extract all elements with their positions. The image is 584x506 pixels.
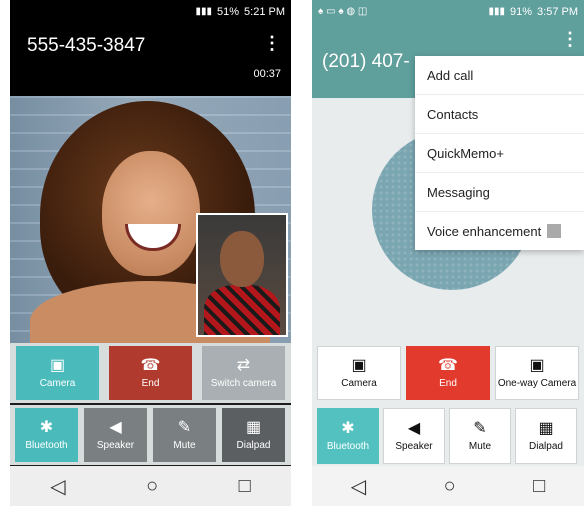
recent-apps-icon[interactable]: □ <box>239 475 251 498</box>
signal-icon: ▮▮▮ <box>195 6 212 17</box>
menu-item-add-call[interactable]: Add call <box>415 56 584 95</box>
camera-button[interactable]: ▣ Camera <box>317 346 402 400</box>
remote-video <box>10 96 291 343</box>
recent-apps-icon[interactable]: □ <box>533 475 545 498</box>
status-bar: ♠ ▭ ♠ ◍ ◫ ▮▮▮ 91% 3:57 PM <box>312 0 584 23</box>
phone-right: ♠ ▭ ♠ ◍ ◫ ▮▮▮ 91% 3:57 PM (201) 407- ⋮ A… <box>312 0 584 506</box>
camera-label: Camera <box>341 377 377 389</box>
end-call-button[interactable]: ☎ End <box>406 346 490 400</box>
overflow-menu: Add call Contacts QuickMemo+ Messaging V… <box>415 56 584 250</box>
dialpad-button[interactable]: ▦ Dialpad <box>515 408 577 464</box>
call-controls-row2: ✱ Bluetooth ◀ Speaker ✎ Mute ▦ Dialpad <box>312 407 584 465</box>
overflow-menu-icon[interactable]: ⋮ <box>263 33 281 54</box>
speaker-button[interactable]: ◀ Speaker <box>84 408 147 462</box>
phone-number: 555-435-3847 <box>27 35 146 56</box>
call-header: 555-435-3847 ⋮ 00:37 <box>10 23 291 96</box>
menu-item-messaging[interactable]: Messaging <box>415 173 584 212</box>
nav-bar: ◁ ○ □ <box>10 466 291 506</box>
dialpad-icon: ▦ <box>538 420 554 438</box>
battery-level: 51% <box>217 5 240 18</box>
back-icon[interactable]: ◁ <box>50 474 65 499</box>
bluetooth-button[interactable]: ✱ Bluetooth <box>15 408 78 462</box>
end-call-icon: ☎ <box>438 357 458 375</box>
menu-item-contacts[interactable]: Contacts <box>415 95 584 134</box>
end-call-icon: ☎ <box>140 357 161 375</box>
dialpad-label: Dialpad <box>236 439 271 451</box>
signal-icon: ▮▮▮ <box>488 6 505 17</box>
battery-level: 91% <box>510 5 533 18</box>
bluetooth-label: Bluetooth <box>326 440 370 452</box>
one-way-camera-button[interactable]: ▣ One-way Camera <box>495 346 580 400</box>
end-label: End <box>439 377 457 389</box>
status-time: 5:21 PM <box>244 5 285 18</box>
dialpad-icon: ▦ <box>245 419 262 437</box>
back-icon[interactable]: ◁ <box>351 474 366 499</box>
call-controls-row1: ▣ Camera ☎ End ▣ One-way Camera <box>312 345 584 401</box>
speaker-button[interactable]: ◀ Speaker <box>383 408 445 464</box>
home-icon[interactable]: ○ <box>146 475 158 498</box>
menu-item-voice-enhancement[interactable]: Voice enhancement <box>415 212 584 250</box>
camera-icon: ▣ <box>49 357 66 375</box>
bluetooth-icon: ✱ <box>341 420 355 438</box>
mute-label: Mute <box>468 440 492 452</box>
status-time: 3:57 PM <box>537 5 578 18</box>
call-timer: 00:37 <box>253 68 281 80</box>
camera-icon: ▣ <box>351 357 367 375</box>
switch-camera-icon: ⇄ <box>236 357 251 375</box>
home-icon[interactable]: ○ <box>444 475 456 498</box>
speaker-label: Speaker <box>96 439 135 451</box>
speaker-icon: ◀ <box>407 420 421 438</box>
camera-button[interactable]: ▣ Camera <box>16 346 99 400</box>
bluetooth-label: Bluetooth <box>25 439 68 451</box>
speaker-label: Speaker <box>395 440 433 452</box>
end-label: End <box>141 377 160 389</box>
overflow-menu-icon[interactable]: ⋮ <box>561 29 579 50</box>
mute-button[interactable]: ✎ Mute <box>449 408 511 464</box>
self-view-video[interactable] <box>196 213 288 337</box>
end-call-button[interactable]: ☎ End <box>109 346 192 400</box>
one-way-camera-label: One-way Camera <box>497 377 577 389</box>
switch-camera-button[interactable]: ⇄ Switch camera <box>202 346 285 400</box>
mute-label: Mute <box>173 439 196 451</box>
camera-label: Camera <box>39 377 76 389</box>
mute-icon: ✎ <box>177 419 192 437</box>
switch-camera-label: Switch camera <box>210 377 277 389</box>
call-controls-row1: ▣ Camera ☎ End ⇄ Switch camera <box>10 343 291 403</box>
voice-enhancement-checkbox[interactable] <box>547 224 562 238</box>
phone-number: (201) 407- <box>322 51 410 72</box>
menu-item-quickmemo[interactable]: QuickMemo+ <box>415 134 584 173</box>
notification-icons: ♠ ▭ ♠ ◍ ◫ <box>318 6 368 17</box>
mute-icon: ✎ <box>473 420 487 438</box>
bluetooth-icon: ✱ <box>39 419 54 437</box>
one-way-camera-icon: ▣ <box>529 357 545 375</box>
mute-button[interactable]: ✎ Mute <box>153 408 216 462</box>
dialpad-label: Dialpad <box>529 440 563 452</box>
bluetooth-button[interactable]: ✱ Bluetooth <box>317 408 379 464</box>
status-bar: ▮▮▮ 51% 5:21 PM <box>10 0 291 23</box>
speaker-icon: ◀ <box>109 419 122 437</box>
nav-bar: ◁ ○ □ <box>312 466 584 506</box>
call-controls-row2: ✱ Bluetooth ◀ Speaker ✎ Mute ▦ Dialpad <box>10 405 291 465</box>
dialpad-button[interactable]: ▦ Dialpad <box>222 408 285 462</box>
phone-left: ▮▮▮ 51% 5:21 PM 555-435-3847 ⋮ 00:37 ▣ C… <box>10 0 291 506</box>
